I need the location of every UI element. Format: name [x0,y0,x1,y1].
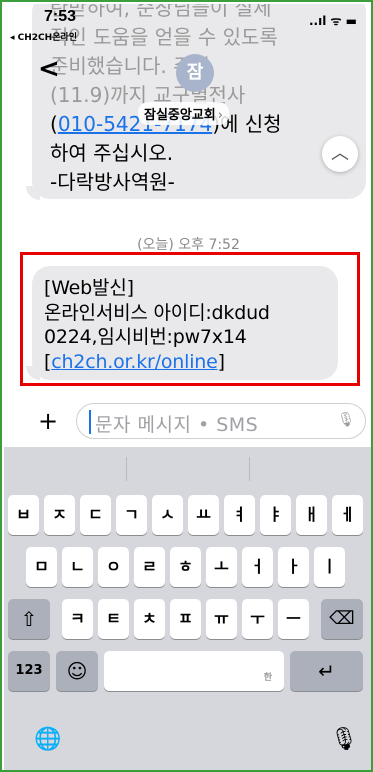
key[interactable]: ㅍ [170,599,201,639]
prev-line-7: -다락방사역원- [50,170,175,194]
key[interactable]: ㅡ [278,599,309,639]
message-input[interactable]: 문자 메시지 • SMS 🎙 [76,403,366,439]
bubble-tail [26,186,40,200]
online-link[interactable]: ch2ch.or.kr/online [51,351,218,373]
contact-name-button[interactable]: 잠실중앙교회 › [138,102,229,125]
compose-bar: + 문자 메시지 • SMS 🎙 [4,399,371,447]
key[interactable]: ㅠ [206,599,237,639]
message-timestamp: (오늘) 오후 7:52 [137,237,240,253]
key[interactable]: ㄱ [116,495,147,535]
suggestion-divider [126,457,127,481]
text-cursor [89,410,91,434]
key[interactable]: ㅔ [332,495,363,535]
msg-line-2: 온라인서비스 아이디:dkdud [44,301,270,324]
chevron-up-icon[interactable]: ︿ [322,136,358,172]
chevron-right-icon: › [217,108,223,123]
key-row-3: ⇧ ㅋ ㅌ ㅊ ㅍ ㅠ ㅜ ㅡ ⌫ [4,599,371,639]
message-placeholder: 문자 메시지 • SMS [95,414,259,436]
msg-link-close: ] [217,350,225,373]
key[interactable]: ㅣ [314,547,345,587]
key-row-1: ㅂ ㅈ ㄷ ㄱ ㅅ ㅛ ㅕ ㅑ ㅐ ㅔ [4,495,371,535]
key[interactable]: ㅕ [224,495,255,535]
globe-icon[interactable]: 🌐 [34,727,61,752]
message-bubble[interactable]: [Web발신] 온라인서비스 아이디:dkdud 0224,임시비번:pw7x1… [32,266,338,380]
key[interactable]: ㅓ [242,547,273,587]
key[interactable]: ㅇ [98,547,129,587]
key[interactable]: ㅏ [278,547,309,587]
key[interactable]: ㅂ [8,495,39,535]
microphone-icon[interactable]: 🎙 [330,727,358,752]
prev-line-6: 하여 주십시오. [50,141,174,165]
back-to-app-link[interactable]: ◂ CH2CH온라인 [10,30,77,43]
key[interactable]: ㅋ [62,599,93,639]
key-row-2: ㅁ ㄴ ㅇ ㄹ ㅎ ㅗ ㅓ ㅏ ㅣ [4,547,371,587]
status-bar: 7:53 ◂ CH2CH온라인 ..ıl ᯤ ▬ [4,4,371,52]
suggestion-divider [249,457,250,481]
delete-key[interactable]: ⌫ [321,599,363,639]
key[interactable]: ㄴ [62,547,93,587]
key[interactable]: ㅛ [188,495,219,535]
numbers-key[interactable]: 123 [8,651,50,691]
key[interactable]: ㅗ [206,547,237,587]
space-key[interactable]: 한 [104,651,284,691]
signal-wifi-battery-icon: ..ıl ᯤ ▬ [309,14,357,28]
msg-line-1: [Web발신] [44,277,134,299]
key-row-4: 123 ☺ 한 ↵ [4,651,371,691]
screenshot-frame: 탄받하여, 순장님들이 실제 적인 도움을 얻을 수 있도록 준비했습니다. 주… [0,0,373,772]
contact-name: 잠실중앙교회 [144,108,216,123]
key[interactable]: ㄷ [80,495,111,535]
status-time: 7:53 [44,8,77,25]
dictation-icon[interactable]: 🎙 [337,412,355,428]
key[interactable]: ㄹ [134,547,165,587]
emoji-key[interactable]: ☺ [56,651,98,691]
key[interactable]: ㅅ [152,495,183,535]
key[interactable]: ㅜ [242,599,273,639]
key[interactable]: ㅈ [44,495,75,535]
key[interactable]: ㅊ [134,599,165,639]
back-chevron-icon[interactable]: < [38,54,60,84]
plus-icon[interactable]: + [34,407,62,435]
shift-key[interactable]: ⇧ [8,599,50,639]
contact-avatar[interactable]: 잠 [176,54,214,92]
key[interactable]: ㅌ [98,599,129,639]
return-key[interactable]: ↵ [290,651,363,691]
key[interactable]: ㅑ [260,495,291,535]
message-area[interactable]: 탄받하여, 순장님들이 실제 적인 도움을 얻을 수 있도록 준비했습니다. 주… [4,4,371,399]
msg-line-3: 0224,임시비번:pw7x14 [44,326,247,348]
suggestion-bar [4,447,371,491]
key[interactable]: ㅐ [296,495,327,535]
key[interactable]: ㅎ [170,547,201,587]
key[interactable]: ㅁ [26,547,57,587]
message-text: [Web발신] 온라인서비스 아이디:dkdud 0224,임시비번:pw7x1… [44,276,326,374]
bubble-tail [26,366,40,380]
keyboard: ㅂ ㅈ ㄷ ㄱ ㅅ ㅛ ㅕ ㅑ ㅐ ㅔ ㅁ ㄴ ㅇ ㄹ ㅎ ㅗ ㅓ ㅏ ㅣ ⇧ … [4,447,371,770]
